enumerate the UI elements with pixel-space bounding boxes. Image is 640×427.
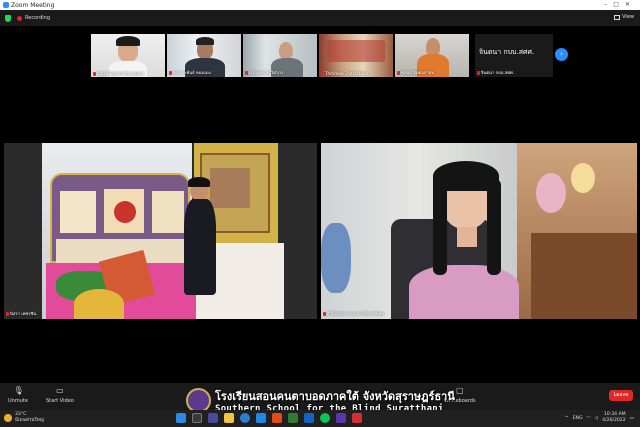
participant-name: นิสรา เพชรชิน — [6, 310, 36, 317]
powerpoint-icon[interactable] — [272, 413, 282, 423]
wifi-icon[interactable]: ◠ — [587, 416, 591, 421]
participant-tile[interactable]: Varut Supthuthangkun — [91, 34, 165, 77]
mic-muted-icon — [323, 311, 326, 316]
whiteboard-icon: ▢ — [456, 386, 464, 395]
system-tray: ^ ENG ◠ ◁ 10:34 AM 4/26/2022 ▭ — [565, 412, 634, 424]
zoom-app-icon[interactable] — [256, 413, 266, 423]
participant-tile[interactable]: ดร.ประพันธ์ ทองแดง — [167, 34, 241, 77]
participant-name: สำนักบริหารงานการศึกษาพิเศษ — [323, 310, 384, 317]
recording-dot-icon — [17, 15, 22, 21]
volume-icon[interactable]: ◁ — [595, 416, 599, 421]
mic-muted-icon — [169, 70, 172, 75]
mic-muted-icon — [321, 71, 324, 76]
edge-browser-icon[interactable] — [240, 413, 250, 423]
window-controls[interactable]: –□✕ — [604, 1, 636, 8]
weather-desc: มีเมฆส่วนใหญ่ — [15, 418, 44, 423]
mic-muted-icon — [6, 311, 9, 316]
main-video-right[interactable]: สำนักบริหารงานการศึกษาพิเศษ — [321, 143, 637, 319]
weather-widget[interactable]: 33°C มีเมฆส่วนใหญ่ — [4, 412, 44, 424]
video-off-icon: ▭ — [56, 386, 64, 395]
subtitle-thai: โรงเรียนสอนคนตาบอดภาคใต้ จังหวัดสุราษฎร์… — [215, 390, 455, 403]
participant-name: Varut Supthuthangkun — [93, 71, 144, 76]
window-titlebar: Zoom Meeting –□✕ — [0, 0, 640, 10]
notification-icon[interactable]: ▭ — [630, 416, 634, 421]
participant-name: นายสมชาย วิศวกร — [245, 69, 283, 76]
namecard-display-name: จินตนา กบบ.สศศ. — [479, 48, 535, 56]
weather-sun-icon — [4, 414, 12, 422]
mic-off-icon: 🎙 — [13, 386, 24, 395]
teams-icon[interactable] — [336, 413, 346, 423]
mic-muted-icon — [397, 70, 400, 75]
participant-namecard[interactable]: จินตนา กบบ.สศศ. จินตนา กบบ.สศศ. — [475, 34, 553, 77]
view-button[interactable]: View — [614, 14, 634, 20]
main-video-left[interactable]: นิสรา เพชรชิน — [4, 143, 317, 319]
file-explorer-icon[interactable] — [224, 413, 234, 423]
line-app-icon[interactable] — [320, 413, 330, 423]
taskbar-clock[interactable]: 10:34 AM 4/26/2022 — [602, 412, 626, 424]
participant-tile[interactable]: Thitimon Thitisatoon — [319, 34, 393, 77]
word-icon[interactable] — [304, 413, 314, 423]
tray-chevron-icon[interactable]: ^ — [565, 416, 569, 421]
recording-label: Recording — [25, 15, 51, 21]
mic-muted-icon — [245, 70, 248, 75]
participant-tile[interactable]: นายสมชาย วิศวกร — [243, 34, 317, 77]
participant-name: ดร.ประพันธ์ ทองแดง — [169, 69, 211, 76]
security-shield-icon[interactable] — [5, 14, 11, 22]
grid-icon — [614, 14, 621, 20]
start-video-button[interactable]: ▭ Start Video — [46, 386, 74, 404]
next-page-arrow-icon[interactable]: › — [555, 48, 568, 61]
window-title: Zoom Meeting — [11, 1, 55, 9]
windows-taskbar: 33°C มีเมฆส่วนใหญ่ ^ ENG ◠ ◁ 10:34 AM 4/… — [0, 410, 640, 427]
mic-muted-icon — [93, 71, 96, 76]
search-icon[interactable] — [192, 413, 202, 423]
participant-name: Thitimon Thitisatoon — [321, 71, 368, 76]
acrobat-icon[interactable] — [352, 413, 362, 423]
mic-muted-icon — [477, 70, 480, 75]
participant-tile[interactable]: ชลันธ์ ติดต่อกาสุข — [395, 34, 469, 77]
participant-name: จินตนา กบบ.สศศ. — [477, 69, 514, 76]
task-view-icon[interactable] — [208, 413, 218, 423]
windows-start-icon[interactable] — [176, 413, 186, 423]
meeting-topbar: Recording View — [0, 10, 640, 26]
view-label: View — [622, 14, 634, 20]
language-indicator[interactable]: ENG — [573, 416, 583, 421]
excel-icon[interactable] — [288, 413, 298, 423]
taskbar-apps — [176, 413, 362, 423]
participant-name: ชลันธ์ ติดต่อกาสุข — [397, 69, 434, 76]
unmute-button[interactable]: 🎙 Unmute — [8, 386, 28, 404]
participant-strip: Varut Supthuthangkun ดร.ประพันธ์ ทองแดง … — [91, 34, 469, 77]
leave-button[interactable]: Leave — [609, 390, 633, 401]
zoom-logo-icon — [3, 2, 9, 8]
